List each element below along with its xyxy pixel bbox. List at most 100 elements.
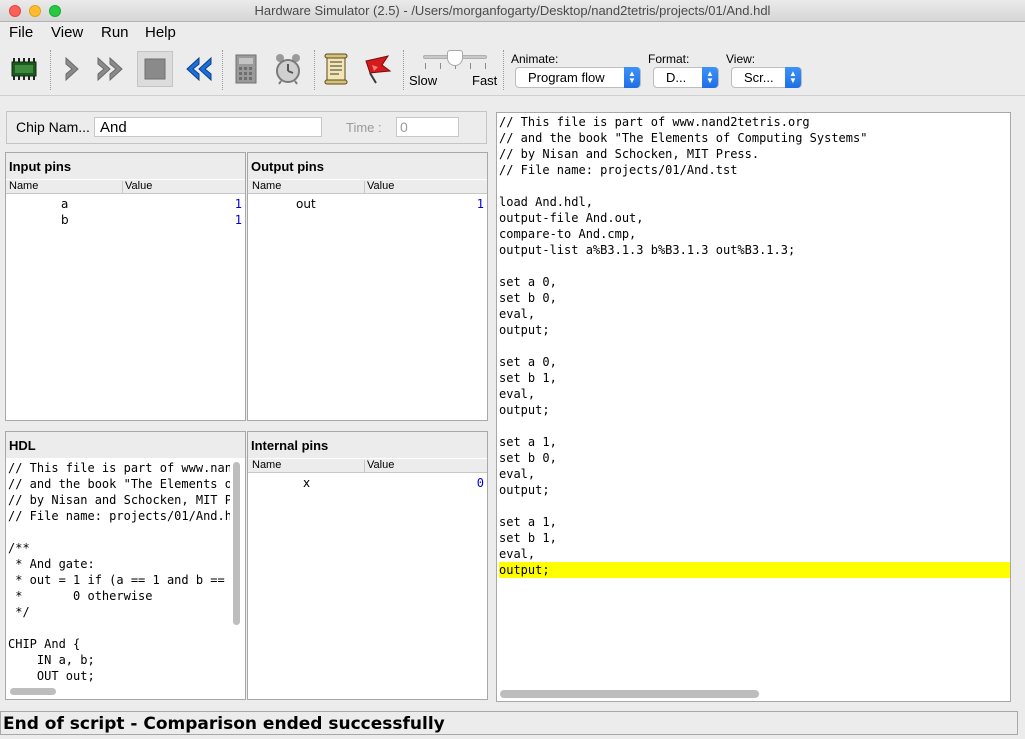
script-line[interactable]: // File name: projects/01/And.tst xyxy=(499,162,1010,178)
col-name: Name xyxy=(252,180,282,192)
script-line[interactable]: set a 0, xyxy=(499,354,1010,370)
time-label: Time : xyxy=(346,120,382,135)
pin-name: b xyxy=(61,213,69,227)
speed-slow-label: Slow xyxy=(409,73,438,88)
hdl-line[interactable]: // This file is part of www.nanc xyxy=(8,460,230,476)
script-line[interactable]: // by Nisan and Schocken, MIT Press. xyxy=(499,146,1010,162)
chip-load-icon xyxy=(11,58,37,80)
script-line[interactable]: set a 0, xyxy=(499,274,1010,290)
pin-name: a xyxy=(61,197,69,211)
hdl-line[interactable]: */ xyxy=(8,604,230,620)
menu-file[interactable]: File xyxy=(9,24,33,41)
script-code[interactable]: // This file is part of www.nand2tetris.… xyxy=(498,114,1010,684)
script-line[interactable]: output; xyxy=(499,322,1010,338)
single-step-button[interactable] xyxy=(54,51,90,87)
script-line[interactable]: eval, xyxy=(499,306,1010,322)
internal-pin-row[interactable]: x 0 xyxy=(248,476,487,492)
window-title: Hardware Simulator (2.5) - /Users/morgan… xyxy=(254,3,771,18)
title-bar: Hardware Simulator (2.5) - /Users/morgan… xyxy=(0,0,1025,22)
format-label: Format: xyxy=(648,52,690,66)
hdl-horizontal-scrollbar[interactable] xyxy=(8,687,230,696)
hdl-line[interactable]: * And gate: xyxy=(8,556,230,572)
script-horizontal-scrollbar[interactable] xyxy=(498,689,1009,699)
hdl-code[interactable]: // This file is part of www.nanc// and t… xyxy=(8,460,230,682)
run-button[interactable] xyxy=(94,51,130,87)
hdl-line[interactable]: CHIP And { xyxy=(8,636,230,652)
script-line[interactable]: set b 0, xyxy=(499,290,1010,306)
hdl-line[interactable]: IN a, b; xyxy=(8,652,230,668)
script-line[interactable] xyxy=(499,498,1010,514)
input-pins-title: Input pins xyxy=(6,153,245,179)
script-line[interactable]: set b 1, xyxy=(499,370,1010,386)
script-panel: // This file is part of www.nand2tetris.… xyxy=(496,112,1011,702)
script-line[interactable]: load And.hdl, xyxy=(499,194,1010,210)
hdl-line[interactable]: // by Nisan and Schocken, MIT Pr xyxy=(8,492,230,508)
script-line[interactable]: output; xyxy=(499,402,1010,418)
hdl-vertical-scrollbar[interactable] xyxy=(232,460,241,680)
clock-button[interactable] xyxy=(270,51,306,87)
eval-button[interactable] xyxy=(228,51,264,87)
clock-icon xyxy=(276,54,300,85)
script-line[interactable]: eval, xyxy=(499,546,1010,562)
script-line[interactable]: output; xyxy=(499,482,1010,498)
script-line[interactable] xyxy=(499,178,1010,194)
hdl-line[interactable]: // and the book "The Elements of xyxy=(8,476,230,492)
hdl-panel: HDL // This file is part of www.nanc// a… xyxy=(5,431,246,700)
input-pin-row[interactable]: a 1 xyxy=(6,197,245,213)
stop-button[interactable] xyxy=(137,51,173,87)
speed-slider-knob[interactable] xyxy=(447,50,463,66)
script-line[interactable]: output; xyxy=(499,562,1010,578)
input-pins-header: Name Value xyxy=(6,180,245,194)
menu-run[interactable]: Run xyxy=(101,24,129,41)
script-line[interactable]: // This file is part of www.nand2tetris.… xyxy=(499,114,1010,130)
hdl-line[interactable] xyxy=(8,620,230,636)
view-select[interactable]: Scr... ▲ ▼ xyxy=(731,67,802,88)
script-line[interactable] xyxy=(499,418,1010,434)
script-hscroll-thumb[interactable] xyxy=(500,690,759,698)
script-line[interactable]: output-list a%B3.1.3 b%B3.1.3 out%B3.1.3… xyxy=(499,242,1010,258)
view-value: Scr... xyxy=(744,70,774,85)
script-line[interactable]: set a 1, xyxy=(499,434,1010,450)
reset-rewind-icon xyxy=(186,56,212,82)
format-select[interactable]: D... ▲ ▼ xyxy=(653,67,719,88)
internal-pins-title: Internal pins xyxy=(248,432,487,458)
script-line[interactable]: output-file And.out, xyxy=(499,210,1010,226)
animate-label: Animate: xyxy=(511,52,559,66)
speed-fast-label: Fast xyxy=(472,73,498,88)
hdl-line[interactable]: * 0 otherwise xyxy=(8,588,230,604)
menu-help[interactable]: Help xyxy=(145,24,176,41)
hdl-line[interactable]: * out = 1 if (a == 1 and b == 1 xyxy=(8,572,230,588)
pin-value[interactable]: 1 xyxy=(235,213,242,227)
input-pin-row[interactable]: b 1 xyxy=(6,213,245,229)
internal-pins-panel: Internal pins Name Value x 0 xyxy=(247,431,488,700)
script-line[interactable]: set a 1, xyxy=(499,514,1010,530)
internal-pins-header: Name Value xyxy=(248,459,487,473)
load-chip-button[interactable] xyxy=(6,51,42,87)
hdl-line[interactable]: // File name: projects/01/And.hc xyxy=(8,508,230,524)
pin-value[interactable]: 1 xyxy=(235,197,242,211)
reset-button[interactable] xyxy=(179,51,215,87)
format-value: D... xyxy=(666,70,687,85)
script-line[interactable]: eval, xyxy=(499,466,1010,482)
script-line[interactable]: compare-to And.cmp, xyxy=(499,226,1010,242)
script-line[interactable] xyxy=(499,258,1010,274)
hdl-line[interactable] xyxy=(8,524,230,540)
load-script-button[interactable] xyxy=(318,51,354,87)
script-line[interactable]: // and the book "The Elements of Computi… xyxy=(499,130,1010,146)
script-line[interactable]: eval, xyxy=(499,386,1010,402)
animate-select[interactable]: Program flow ▲ ▼ xyxy=(515,67,641,88)
breakpoints-button[interactable] xyxy=(360,51,396,87)
script-line[interactable] xyxy=(499,338,1010,354)
script-line[interactable]: set b 0, xyxy=(499,450,1010,466)
hdl-hscroll-thumb[interactable] xyxy=(10,688,56,695)
status-bar: End of script - Comparison ended success… xyxy=(0,711,1018,735)
script-line[interactable]: set b 1, xyxy=(499,530,1010,546)
hdl-line[interactable]: /** xyxy=(8,540,230,556)
hdl-scroll-thumb[interactable] xyxy=(233,462,240,625)
time-field: 0 xyxy=(396,117,459,137)
chip-name-field[interactable]: And xyxy=(94,117,322,137)
menu-view[interactable]: View xyxy=(51,24,83,41)
output-pin-row[interactable]: out 1 xyxy=(248,197,487,213)
breakpoint-flag-icon xyxy=(365,55,392,84)
hdl-line[interactable]: OUT out; xyxy=(8,668,230,682)
